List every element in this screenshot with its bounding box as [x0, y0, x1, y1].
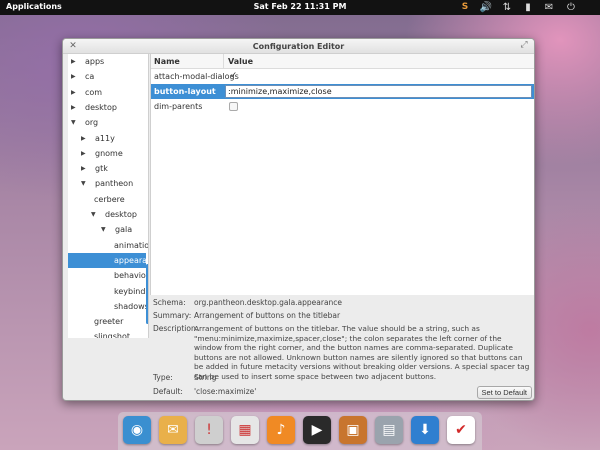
- tree-item-label: gala: [115, 225, 133, 235]
- column-separator: [223, 54, 224, 69]
- tree-item-appearance[interactable]: appearance: [68, 252, 148, 268]
- default-label: Default:: [153, 387, 183, 396]
- download-icon[interactable]: ⬇: [411, 416, 439, 444]
- schema-label: Schema:: [153, 298, 186, 307]
- button-layout-value-input[interactable]: [225, 85, 532, 98]
- tree-item-com[interactable]: ▶ com: [68, 85, 146, 100]
- volume-icon[interactable]: 🔊: [479, 1, 493, 14]
- power-icon[interactable]: ▮: [521, 1, 535, 14]
- tree-item-desktop[interactable]: ▼ desktop: [68, 207, 146, 222]
- keys-table: Name Value attach-modal-dialogs ✓ button…: [150, 54, 534, 295]
- key-name: dim-parents: [154, 102, 203, 111]
- schema-value: org.pantheon.desktop.gala.appearance: [194, 298, 343, 307]
- dock: ◉ ✉! ▦ ♪ ▶ ▣ ▤ ⬇ ✔: [118, 412, 482, 450]
- photos-icon[interactable]: ▣: [339, 416, 367, 444]
- summary-label: Summary:: [153, 311, 192, 320]
- expanded-arrow-icon[interactable]: ▼: [81, 176, 86, 191]
- tree-item-label: cerbere: [94, 194, 125, 204]
- type-label: Type:: [153, 373, 173, 382]
- configuration-editor-window: ✕ Configuration Editor ⤢ ▶ apps ▶ ca ▶ com ▶ de…: [62, 38, 535, 401]
- tree-item-label: desktop: [105, 210, 137, 219]
- column-header-name[interactable]: Name: [154, 57, 180, 66]
- tree-item-label: org: [85, 118, 99, 128]
- tree-item-behavior[interactable]: behavior: [68, 268, 149, 283]
- network-icon[interactable]: ⇅: [500, 1, 514, 14]
- description-value: Arrangement of buttons on the titlebar. …: [194, 324, 530, 381]
- key-row-attach-modal-dialogs[interactable]: attach-modal-dialogs ✓: [151, 69, 534, 84]
- summary-value: Arrangement of buttons on the titlebar: [194, 311, 341, 320]
- mail-icon[interactable]: ✉: [159, 416, 187, 444]
- tree-item-label: ca: [85, 72, 95, 82]
- key-row-dim-parents[interactable]: dim-parents: [151, 99, 534, 114]
- top-panel: Applications Sat Feb 22 11:31 PM S 🔊 ⇅ ▮…: [0, 0, 600, 15]
- settings-icon[interactable]: ▤: [375, 416, 403, 444]
- tree-item-desktop[interactable]: ▶ desktop: [68, 100, 146, 115]
- tree-item-org[interactable]: ▼ org: [68, 115, 146, 130]
- calendar-icon[interactable]: ▦: [231, 416, 259, 444]
- chat-icon[interactable]: !: [195, 416, 223, 444]
- set-to-default-button[interactable]: Set to Default: [476, 386, 532, 399]
- tree-item-a11y[interactable]: ▶ a11y: [68, 131, 146, 146]
- tree-item-label: pantheon: [95, 179, 134, 189]
- column-header-value[interactable]: Value: [228, 57, 253, 66]
- schema-tree[interactable]: ▶ apps ▶ ca ▶ com ▶ desktop ▼ org ▶ a11y ▶ gnome ▶ gtk ▼…: [68, 54, 149, 338]
- session-power-icon[interactable]: ⏻: [564, 1, 578, 14]
- tree-item-label: keybindings: [114, 286, 148, 296]
- app-indicator-icon[interactable]: S: [458, 1, 472, 14]
- tree-item-gala[interactable]: ▼ gala: [68, 222, 146, 237]
- tree-item-label: shadows: [114, 301, 149, 311]
- browser-icon[interactable]: ◉: [123, 416, 151, 444]
- key-name: button-layout: [154, 87, 216, 96]
- keys-table-header: Name Value: [151, 54, 534, 69]
- tree-item-label: animations: [114, 240, 149, 250]
- tree-item-ca[interactable]: ▶ ca: [68, 69, 146, 84]
- collapsed-arrow-icon[interactable]: ▶: [81, 146, 86, 161]
- tree-item-pantheon[interactable]: ▼ pantheon: [68, 176, 146, 191]
- dim-parents-checkbox[interactable]: [229, 102, 238, 111]
- tree-item-animations[interactable]: animations: [68, 238, 149, 253]
- tree-item-keybindings[interactable]: keybindings: [68, 284, 148, 299]
- type-value: String: [194, 373, 217, 382]
- expanded-arrow-icon[interactable]: ▼: [101, 222, 106, 237]
- tree-item-label: com: [85, 87, 103, 97]
- collapsed-arrow-icon[interactable]: ▶: [71, 54, 76, 69]
- maximize-icon[interactable]: ⤢: [519, 40, 529, 50]
- tree-item-apps[interactable]: ▶ apps: [68, 54, 146, 69]
- expanded-arrow-icon[interactable]: ▼: [91, 207, 96, 222]
- tree-item-shadows[interactable]: shadows: [68, 299, 149, 314]
- notifications-icon[interactable]: ✉: [542, 1, 556, 14]
- collapsed-arrow-icon[interactable]: ▶: [71, 100, 76, 115]
- tree-item-label: a11y: [95, 133, 115, 143]
- tree-item-label: apps: [85, 57, 105, 66]
- titlebar[interactable]: ✕ Configuration Editor ⤢: [63, 39, 534, 54]
- tree-scrollbar[interactable]: [146, 264, 148, 324]
- collapsed-arrow-icon[interactable]: ▶: [71, 85, 76, 100]
- key-name: attach-modal-dialogs: [154, 72, 239, 81]
- window-title: Configuration Editor: [252, 42, 345, 51]
- collapsed-arrow-icon[interactable]: ▶: [81, 161, 86, 176]
- collapsed-arrow-icon[interactable]: ▶: [81, 131, 86, 146]
- tree-item-label: behavior: [114, 271, 149, 281]
- tree-item-label: greeter: [94, 317, 124, 327]
- key-row-button-layout[interactable]: button-layout: [151, 84, 534, 99]
- tree-item-label: slingshot: [94, 332, 131, 338]
- tree-item-gnome[interactable]: ▶ gnome: [68, 146, 146, 161]
- key-info-panel: Schema: org.pantheon.desktop.gala.appear…: [150, 295, 534, 400]
- video-icon[interactable]: ▶: [303, 416, 331, 444]
- tree-item-gtk[interactable]: ▶ gtk: [68, 161, 146, 176]
- tree-item-label: gtk: [95, 164, 108, 174]
- description-label: Description:: [153, 324, 199, 333]
- tree-item-label: desktop: [85, 102, 117, 112]
- music-icon[interactable]: ♪: [267, 416, 295, 444]
- tree-item-cerbere[interactable]: cerbere: [68, 192, 146, 207]
- tree-item-label: gnome: [95, 148, 123, 158]
- tree-item-slingshot[interactable]: slingshot: [68, 329, 146, 338]
- collapsed-arrow-icon[interactable]: ▶: [71, 69, 76, 84]
- tree-item-greeter[interactable]: greeter: [68, 314, 146, 329]
- checkmark-icon[interactable]: ✓: [229, 72, 238, 81]
- expanded-arrow-icon[interactable]: ▼: [71, 115, 76, 130]
- config-editor-icon[interactable]: ✔: [447, 416, 475, 444]
- tree-item-label: appearance: [114, 255, 148, 265]
- default-value: 'close:maximize': [194, 387, 257, 396]
